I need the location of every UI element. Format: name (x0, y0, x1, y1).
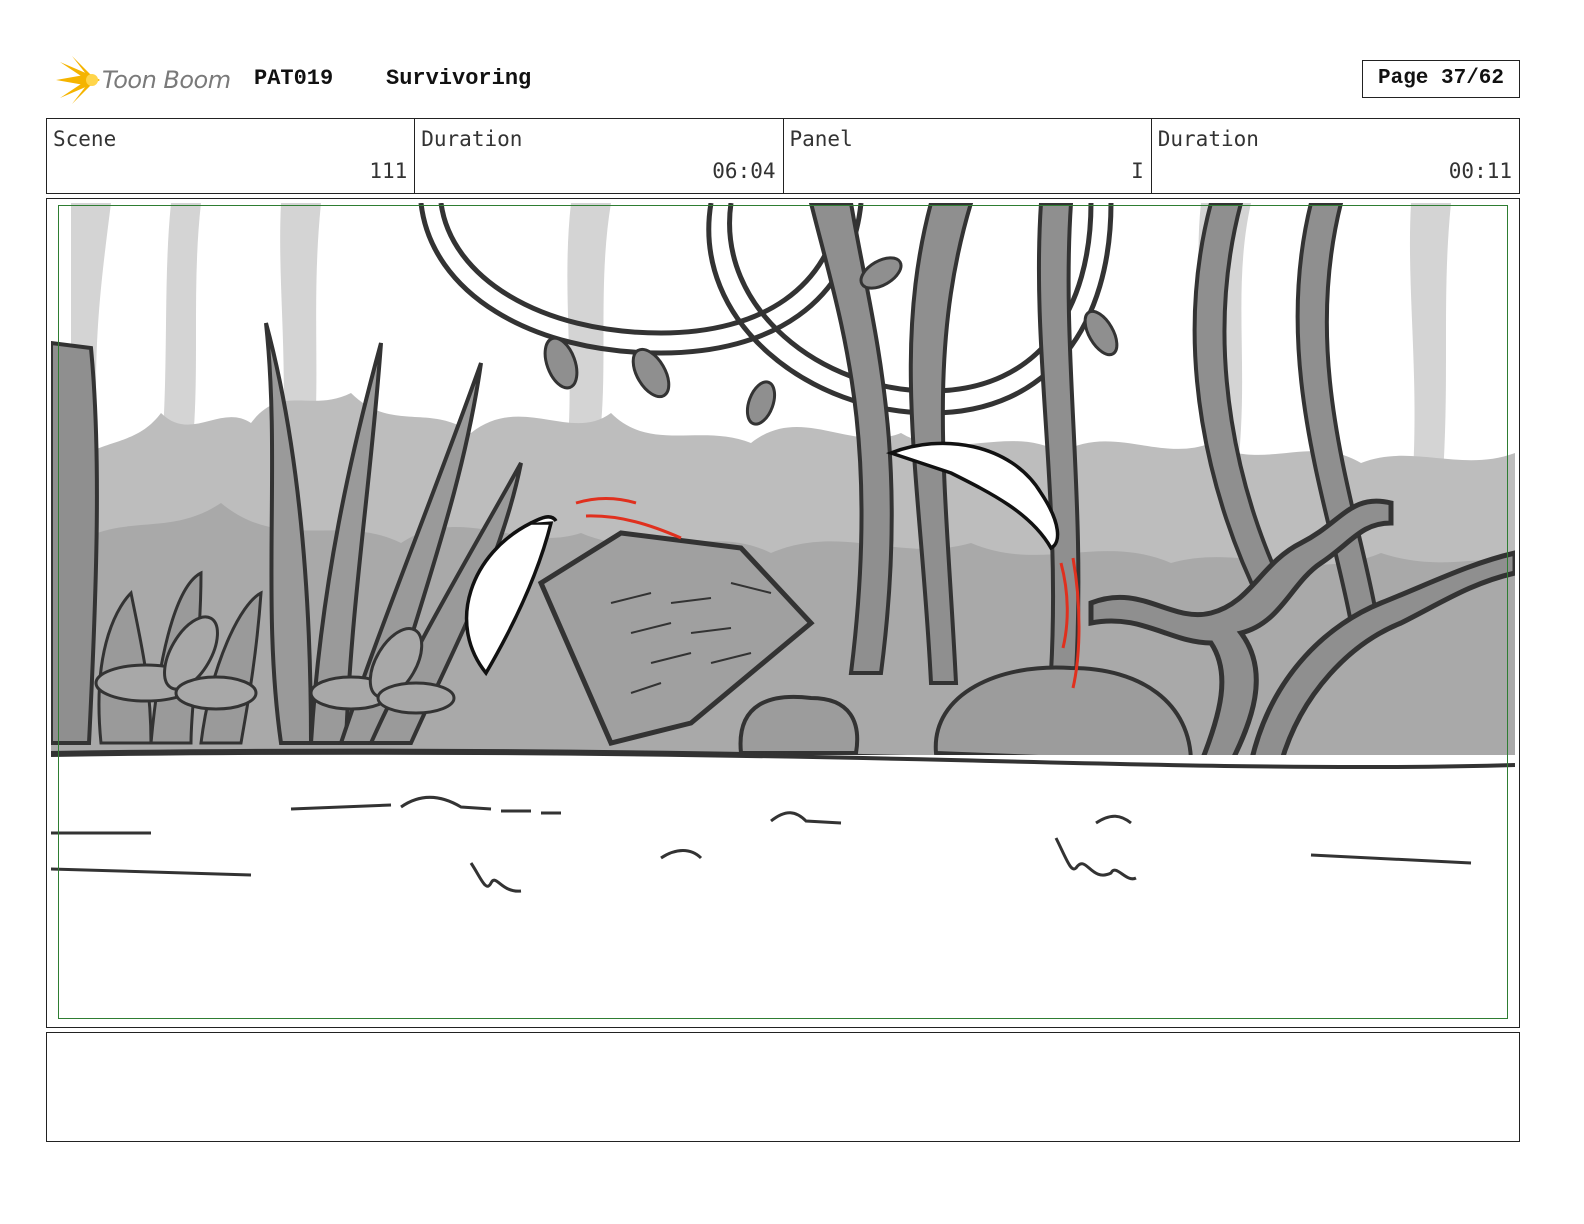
panel-info-row: Scene 111 Duration 06:04 Panel I Duratio… (46, 118, 1520, 194)
production-title: Survivoring (386, 66, 532, 91)
panel-cell: Panel I (784, 119, 1152, 193)
page-indicator: Page 37/62 (1362, 60, 1520, 98)
safe-area-frame (58, 205, 1508, 1019)
logo-text: Toon Boom (102, 66, 231, 94)
production-code: PAT019 (254, 66, 334, 91)
panel-duration-cell: Duration 00:11 (1152, 119, 1519, 193)
scene-value: 111 (369, 159, 408, 183)
scene-cell: Scene 111 (47, 119, 416, 193)
starburst-icon (56, 56, 100, 104)
toon-boom-logo: Toon Boom (50, 54, 240, 108)
scene-duration-label: Duration (421, 127, 523, 151)
scene-duration-cell: Duration 06:04 (415, 119, 784, 193)
panel-duration-label: Duration (1157, 127, 1259, 151)
storyboard-header: Toon Boom PAT019 Survivoring Page 37/62 (50, 52, 1520, 108)
panel-notes-box (46, 1032, 1520, 1142)
panel-value: I (1131, 159, 1144, 183)
panel-label: Panel (789, 127, 853, 151)
scene-duration-value: 06:04 (712, 159, 776, 183)
scene-label: Scene (53, 127, 117, 151)
panel-duration-value: 00:11 (1448, 159, 1512, 183)
